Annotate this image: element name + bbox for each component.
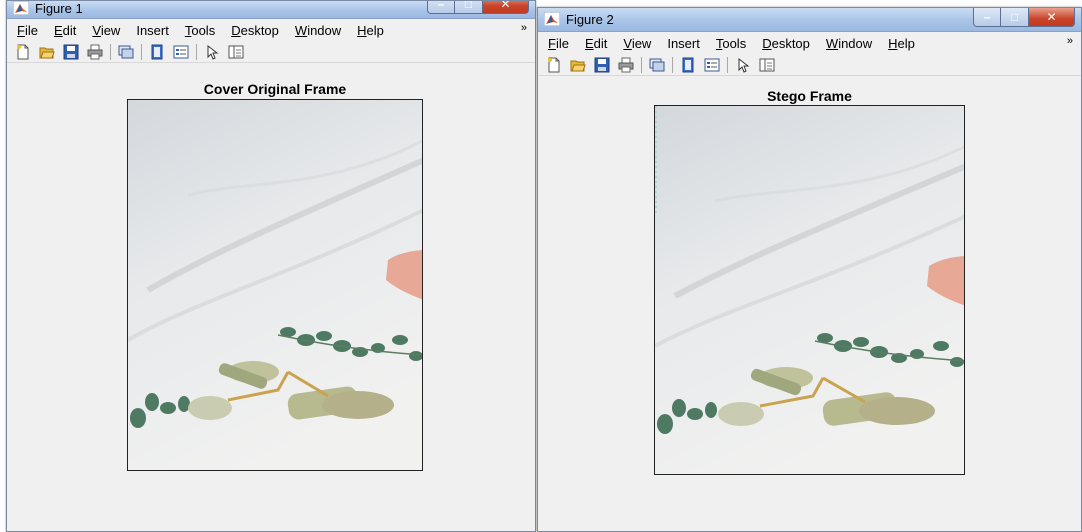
property-inspector-icon <box>759 58 775 71</box>
edit-plot-icon <box>207 44 219 60</box>
axes-title: Cover Original Frame <box>203 81 347 97</box>
new-figure-button[interactable] <box>544 56 564 74</box>
property-inspector-button[interactable] <box>757 56 777 74</box>
legend-button[interactable] <box>702 56 722 74</box>
print-button[interactable] <box>85 43 105 61</box>
legend-button[interactable] <box>171 43 191 61</box>
menu-desktop[interactable]: Desktop <box>762 36 810 51</box>
menu-overflow-icon[interactable]: » <box>521 22 527 34</box>
save-button[interactable] <box>592 56 612 74</box>
window-title: Figure 1 <box>35 1 83 16</box>
print-icon <box>618 57 634 72</box>
figure-1-window: Figure 1 – □ ✕ File Edit View Insert Too… <box>6 0 536 532</box>
frame-photo <box>128 100 422 470</box>
open-file-icon <box>39 47 55 58</box>
print-icon <box>87 44 103 59</box>
new-figure-button[interactable] <box>13 43 33 61</box>
open-file-button[interactable] <box>37 43 57 61</box>
toolbar-separator <box>110 43 111 60</box>
figure-toolbar <box>7 41 535 63</box>
window-title: Figure 2 <box>566 12 614 27</box>
menu-bar: File Edit View Insert Tools Desktop Wind… <box>7 19 535 41</box>
menu-file[interactable]: File <box>17 23 38 38</box>
figure-2-window: Figure 2 – □ ✕ File Edit View Insert Too… <box>537 7 1082 532</box>
property-inspector-button[interactable] <box>226 43 246 61</box>
maximize-button[interactable]: □ <box>455 0 483 14</box>
legend-icon <box>173 45 189 58</box>
menu-edit[interactable]: Edit <box>585 36 607 51</box>
menu-edit[interactable]: Edit <box>54 23 76 38</box>
menu-tools[interactable]: Tools <box>716 36 746 51</box>
save-icon <box>63 44 79 59</box>
legend-icon <box>704 58 720 71</box>
colorbar-button[interactable] <box>678 56 698 74</box>
menu-insert[interactable]: Insert <box>667 36 700 51</box>
frame-photo <box>655 106 964 474</box>
axes-title: Stego Frame <box>767 88 852 104</box>
matlab-icon <box>13 1 29 15</box>
colorbar-icon <box>682 57 694 72</box>
title-bar[interactable]: Figure 2 – □ ✕ <box>538 8 1081 32</box>
edit-plot-button[interactable] <box>202 43 222 61</box>
figure-toolbar <box>538 54 1081 76</box>
minimize-button[interactable]: – <box>973 8 1001 27</box>
save-button[interactable] <box>61 43 81 61</box>
menu-view[interactable]: View <box>92 23 120 38</box>
stego-frame-image <box>654 105 965 475</box>
toolbar-separator <box>727 56 728 73</box>
edit-plot-icon <box>738 57 750 73</box>
menu-bar: File Edit View Insert Tools Desktop Wind… <box>538 32 1081 54</box>
link-plot-icon <box>118 45 134 58</box>
colorbar-button[interactable] <box>147 43 167 61</box>
link-plot-button[interactable] <box>647 56 667 74</box>
open-file-button[interactable] <box>568 56 588 74</box>
maximize-icon: □ <box>464 0 473 11</box>
save-icon <box>594 57 610 72</box>
minimize-button[interactable]: – <box>427 0 455 14</box>
colorbar-icon <box>151 44 163 59</box>
toolbar-separator <box>196 43 197 60</box>
menu-insert[interactable]: Insert <box>136 23 169 38</box>
minimize-icon: – <box>437 0 445 11</box>
new-figure-icon <box>548 57 560 72</box>
toolbar-separator <box>672 56 673 73</box>
close-button[interactable]: ✕ <box>483 0 529 14</box>
matlab-icon <box>544 12 560 26</box>
menu-help[interactable]: Help <box>888 36 915 51</box>
menu-desktop[interactable]: Desktop <box>231 23 279 38</box>
open-file-icon <box>570 60 586 71</box>
link-plot-icon <box>649 58 665 71</box>
close-button[interactable]: ✕ <box>1029 8 1075 27</box>
maximize-icon: □ <box>1010 10 1019 24</box>
menu-help[interactable]: Help <box>357 23 384 38</box>
toolbar-separator <box>641 56 642 73</box>
title-bar[interactable]: Figure 1 – □ ✕ <box>7 1 535 19</box>
link-plot-button[interactable] <box>116 43 136 61</box>
figure-canvas[interactable]: Stego Frame <box>538 76 1081 531</box>
property-inspector-icon <box>228 45 244 58</box>
toolbar-separator <box>141 43 142 60</box>
menu-view[interactable]: View <box>623 36 651 51</box>
print-button[interactable] <box>616 56 636 74</box>
menu-window[interactable]: Window <box>295 23 341 38</box>
menu-file[interactable]: File <box>548 36 569 51</box>
close-icon: ✕ <box>500 0 511 11</box>
cover-frame-image <box>127 99 423 471</box>
menu-overflow-icon[interactable]: » <box>1067 35 1073 47</box>
edit-plot-button[interactable] <box>733 56 753 74</box>
minimize-icon: – <box>983 10 991 24</box>
close-icon: ✕ <box>1046 10 1057 24</box>
new-figure-icon <box>17 44 29 59</box>
menu-tools[interactable]: Tools <box>185 23 215 38</box>
figure-canvas[interactable]: Cover Original Frame <box>7 63 535 531</box>
menu-window[interactable]: Window <box>826 36 872 51</box>
maximize-button[interactable]: □ <box>1001 8 1029 27</box>
